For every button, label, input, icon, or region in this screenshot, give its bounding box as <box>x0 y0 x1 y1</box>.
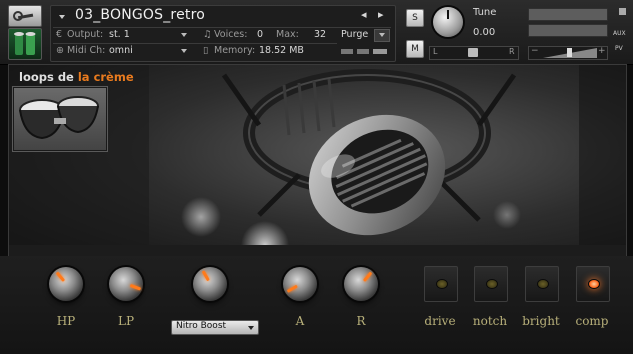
voices-label: Voices: <box>214 29 248 40</box>
pan-left-label: L <box>433 47 438 56</box>
memory-icon: ▯ <box>203 45 209 56</box>
lp-label: LP <box>117 314 135 328</box>
output-value[interactable]: st. 1 <box>109 29 130 40</box>
level-meter-left <box>528 8 608 21</box>
midi-dropdown-icon[interactable] <box>181 49 187 53</box>
lp-knob-pointer <box>129 283 141 291</box>
main-image-panel: loops de la crème <box>8 64 627 258</box>
max-voices-value[interactable]: 32 <box>314 29 326 40</box>
output-icon: € <box>56 29 63 40</box>
instrument-name[interactable]: 03_BONGOS_retro <box>75 7 205 23</box>
boost-mode-value: Nitro Boost <box>176 321 227 331</box>
volume-slider-handle[interactable] <box>567 48 572 57</box>
midi-icon: ⊕ <box>56 45 64 56</box>
activity-meter-1 <box>341 49 353 54</box>
boost-knob-pointer <box>201 270 210 282</box>
drive-lamp <box>436 279 448 289</box>
hp-knob-pointer <box>55 271 65 282</box>
comp-label: comp <box>575 314 609 328</box>
activity-meter-2 <box>357 49 369 54</box>
tune-label: Tune <box>473 7 497 18</box>
max-label: Max: <box>276 29 299 40</box>
output-label: Output: <box>67 29 104 40</box>
bongo-thumbnail <box>13 87 107 151</box>
volume-minus-label: − <box>531 46 539 56</box>
attack-knob-pointer <box>286 284 298 293</box>
drive-button[interactable] <box>424 266 458 302</box>
pan-slider[interactable]: L R <box>429 46 519 60</box>
level-meter-right <box>528 24 608 37</box>
purge-button[interactable]: Purge <box>341 29 368 40</box>
memory-value: 18.52 MB <box>259 45 304 56</box>
close-icon[interactable] <box>619 8 626 15</box>
activity-meter-3 <box>373 49 387 54</box>
release-label: R <box>356 314 366 328</box>
attack-label: A <box>295 314 305 328</box>
instrument-info-panel: 03_BONGOS_retro ◂ ▸ € Output: st. 1 ♫ Vo… <box>50 5 396 62</box>
attack-knob[interactable] <box>283 267 317 301</box>
logo-text-part1: loops de <box>19 70 78 84</box>
notch-button[interactable] <box>474 266 508 302</box>
chevron-down-icon <box>248 326 254 330</box>
collapse-arrow-icon[interactable] <box>59 15 65 19</box>
notch-lamp <box>486 279 498 289</box>
hp-label: HP <box>56 314 76 328</box>
comp-button[interactable] <box>576 266 610 302</box>
purge-dropdown[interactable] <box>374 29 390 42</box>
release-knob-pointer <box>362 271 372 282</box>
midi-label: Midi Ch: <box>67 45 106 56</box>
bright-button[interactable] <box>525 266 559 302</box>
solo-button[interactable]: S <box>406 9 424 27</box>
mute-button[interactable]: M <box>406 40 424 58</box>
purge-dropdown-icon <box>379 33 385 37</box>
tune-value[interactable]: 0.00 <box>473 27 495 38</box>
release-knob[interactable] <box>344 267 378 301</box>
hp-knob[interactable] <box>49 267 83 301</box>
pv-button[interactable]: PV <box>615 45 623 52</box>
boost-knob[interactable] <box>193 267 227 301</box>
boost-mode-dropdown[interactable]: Nitro Boost <box>171 320 259 335</box>
prev-instrument-button[interactable]: ◂ <box>361 8 367 21</box>
tune-knob-pointer <box>447 10 449 19</box>
bongo-drums-icon <box>19 96 99 140</box>
logo-text-part2: la crème <box>77 70 134 84</box>
tune-knob[interactable] <box>433 7 463 37</box>
pan-slider-handle[interactable] <box>468 48 478 57</box>
memory-label: Memory: <box>214 45 256 56</box>
instrument-header: 03_BONGOS_retro ◂ ▸ € Output: st. 1 ♫ Vo… <box>0 0 633 65</box>
aux-button[interactable]: AUX <box>613 30 626 37</box>
instrument-icon[interactable] <box>8 28 42 60</box>
next-instrument-button[interactable]: ▸ <box>378 8 384 21</box>
settings-button[interactable] <box>8 5 42 27</box>
bongo-thumbnail-icon <box>14 32 36 55</box>
voices-icon: ♫ <box>203 29 212 40</box>
pan-right-label: R <box>509 47 515 56</box>
wrench-icon <box>13 11 34 21</box>
output-dropdown-icon[interactable] <box>181 33 187 37</box>
midi-channel-value[interactable]: omni <box>109 45 133 56</box>
volume-plus-label: + <box>598 46 606 56</box>
comp-lamp <box>588 279 600 289</box>
lp-knob[interactable] <box>109 267 143 301</box>
volume-slider[interactable]: − + <box>528 46 608 60</box>
voices-value: 0 <box>257 29 264 40</box>
brand-logo: loops de la crème <box>19 70 134 84</box>
controls-panel: HP LP A R Nitro Boost drive notch bright… <box>0 256 633 354</box>
bright-lamp <box>537 279 549 289</box>
